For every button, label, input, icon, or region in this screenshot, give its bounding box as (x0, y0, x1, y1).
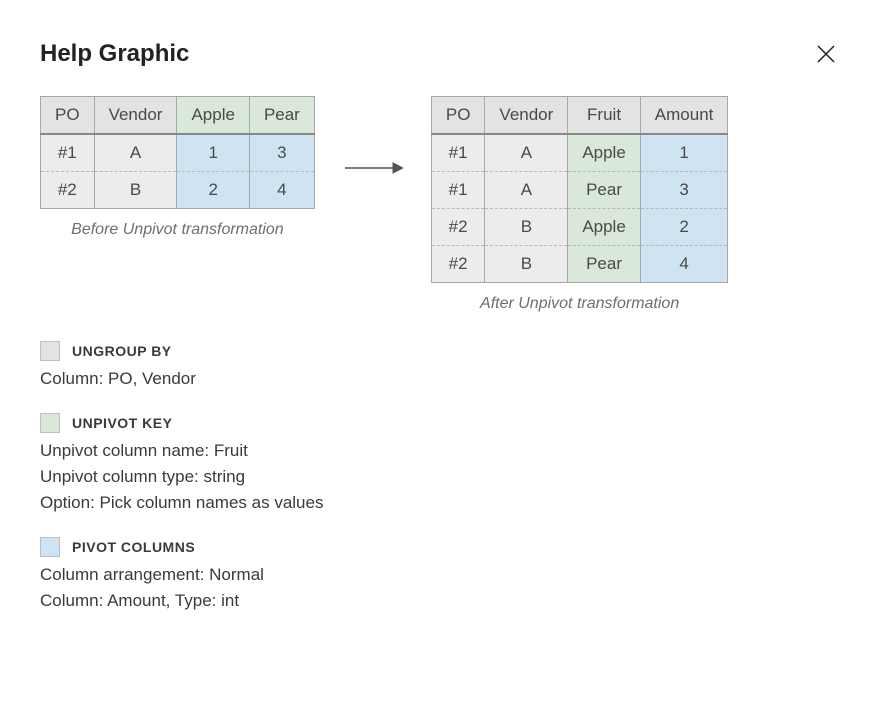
cell: 4 (640, 246, 728, 283)
before-table-block: PO Vendor Apple Pear #1 A 1 3 #2 B 2 4 (40, 96, 315, 239)
before-table: PO Vendor Apple Pear #1 A 1 3 #2 B 2 4 (40, 96, 315, 209)
legend-line: Column: PO, Vendor (40, 369, 838, 389)
cell: A (94, 134, 177, 172)
legend-line: Option: Pick column names as values (40, 493, 838, 513)
cell: #1 (431, 172, 485, 209)
cell: #1 (431, 134, 485, 172)
table-row: #2 B Apple 2 (431, 209, 728, 246)
after-header: Fruit (568, 97, 640, 135)
cell: 4 (249, 172, 314, 209)
legend-ungroup-label: UNGROUP BY (72, 343, 172, 359)
table-row: #2 B 2 4 (41, 172, 315, 209)
before-header: Apple (177, 97, 249, 135)
before-header: Vendor (94, 97, 177, 135)
swatch-gray (40, 341, 60, 361)
cell: #2 (41, 172, 95, 209)
cell: #1 (41, 134, 95, 172)
table-row: #2 B Pear 4 (431, 246, 728, 283)
legend-line: Column: Amount, Type: int (40, 591, 838, 611)
after-table-block: PO Vendor Fruit Amount #1 A Apple 1 #1 A… (431, 96, 729, 313)
cell: Pear (568, 246, 640, 283)
cell: Apple (568, 209, 640, 246)
cell: 2 (640, 209, 728, 246)
dialog-title: Help Graphic (40, 40, 189, 68)
legend: UNGROUP BY Column: PO, Vendor UNPIVOT KE… (40, 341, 838, 611)
table-row: #1 A Apple 1 (431, 134, 728, 172)
cell: A (485, 134, 568, 172)
close-icon[interactable] (814, 42, 838, 66)
table-row: #1 A Pear 3 (431, 172, 728, 209)
cell: 1 (177, 134, 249, 172)
before-header: Pear (249, 97, 314, 135)
cell: Apple (568, 134, 640, 172)
after-header: Amount (640, 97, 728, 135)
swatch-blue (40, 537, 60, 557)
cell: 1 (640, 134, 728, 172)
after-header: Vendor (485, 97, 568, 135)
cell: 3 (640, 172, 728, 209)
arrow-icon (343, 160, 403, 181)
swatch-green (40, 413, 60, 433)
after-table: PO Vendor Fruit Amount #1 A Apple 1 #1 A… (431, 96, 729, 283)
legend-pivot-label: PIVOT COLUMNS (72, 539, 195, 555)
legend-ungroup: UNGROUP BY Column: PO, Vendor (40, 341, 838, 389)
before-header: PO (41, 97, 95, 135)
cell: A (485, 172, 568, 209)
cell: B (485, 209, 568, 246)
before-caption: Before Unpivot transformation (71, 221, 284, 239)
legend-line: Column arrangement: Normal (40, 565, 838, 585)
cell: B (485, 246, 568, 283)
cell: Pear (568, 172, 640, 209)
table-row: #1 A 1 3 (41, 134, 315, 172)
cell: #2 (431, 209, 485, 246)
cell: #2 (431, 246, 485, 283)
after-caption: After Unpivot transformation (480, 295, 679, 313)
diagram-row: PO Vendor Apple Pear #1 A 1 3 #2 B 2 4 (40, 96, 838, 313)
dialog-header: Help Graphic (40, 40, 838, 68)
legend-unpivot: UNPIVOT KEY Unpivot column name: Fruit U… (40, 413, 838, 513)
cell: 2 (177, 172, 249, 209)
legend-line: Unpivot column type: string (40, 467, 838, 487)
legend-pivot: PIVOT COLUMNS Column arrangement: Normal… (40, 537, 838, 611)
legend-unpivot-label: UNPIVOT KEY (72, 415, 172, 431)
after-header: PO (431, 97, 485, 135)
cell: B (94, 172, 177, 209)
cell: 3 (249, 134, 314, 172)
legend-line: Unpivot column name: Fruit (40, 441, 838, 461)
